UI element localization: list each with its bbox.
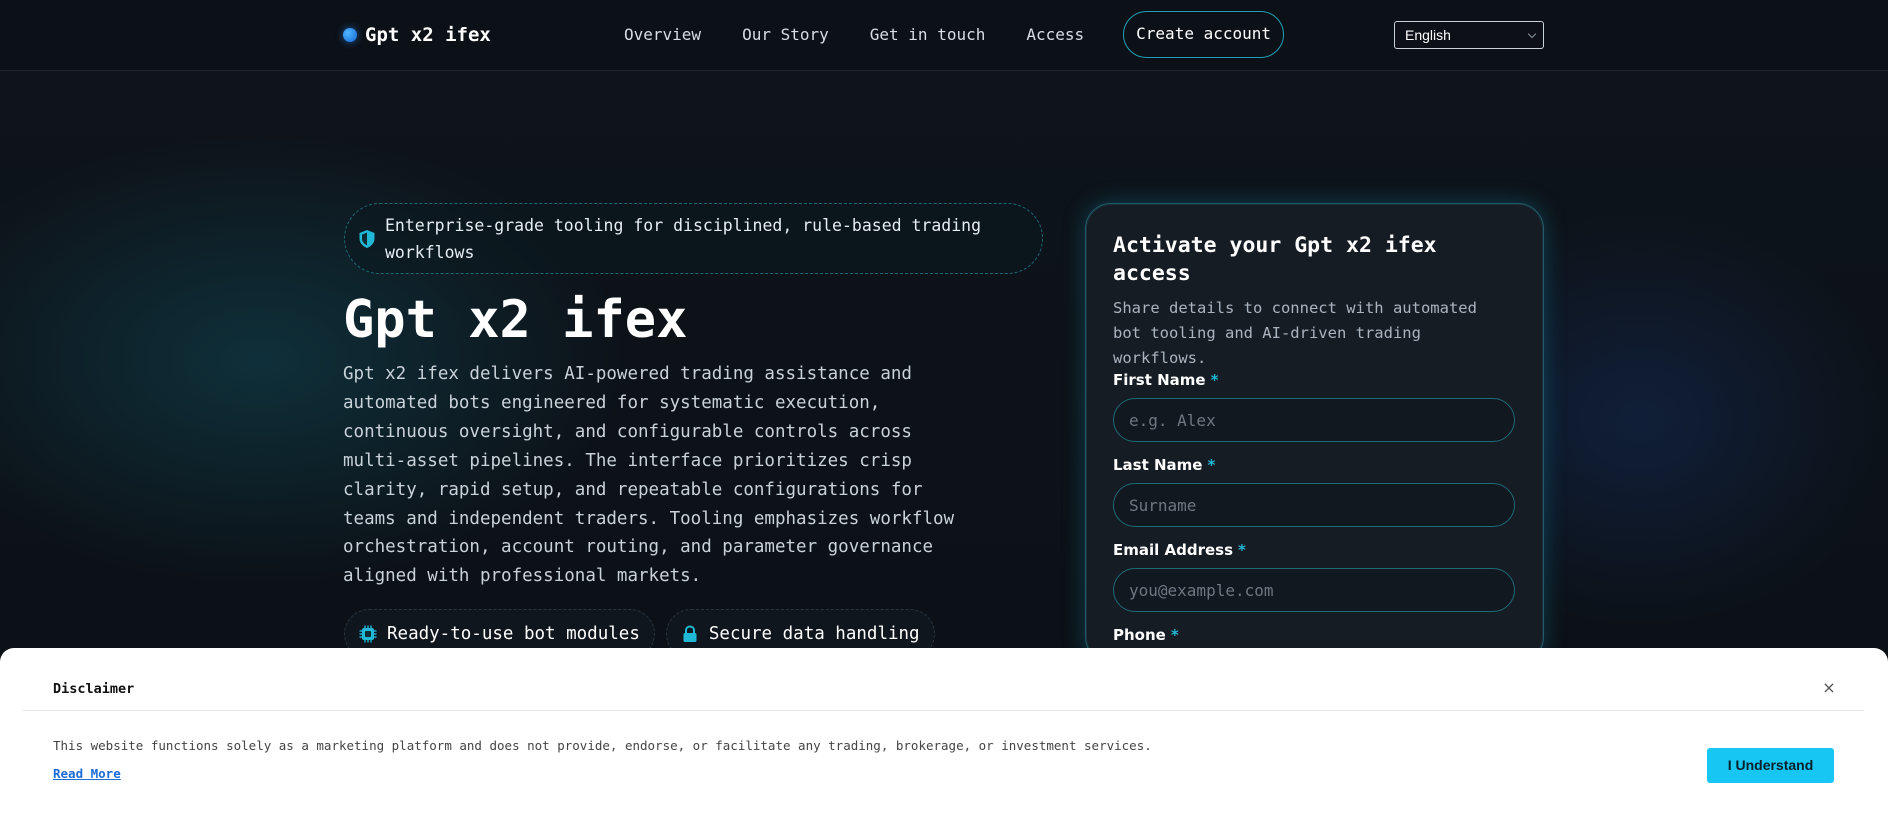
nav-access[interactable]: Access (1026, 25, 1084, 44)
lock-icon (683, 625, 697, 642)
hero-badge-text: Enterprise-grade tooling for disciplined… (385, 215, 982, 262)
disclaimer-title: Disclaimer (53, 681, 135, 697)
required-mark: * (1210, 371, 1219, 389)
required-mark: * (1238, 541, 1246, 559)
nav-overview[interactable]: Overview (624, 25, 701, 44)
main-nav: Overview Our Story Get in touch Access C… (624, 11, 1285, 58)
hero-badge: Enterprise-grade tooling for disciplined… (344, 203, 1043, 274)
i-understand-button[interactable]: I Understand (1707, 748, 1834, 783)
brand-dot-icon (343, 28, 357, 42)
disclaimer-banner: Disclaimer × This website functions sole… (0, 648, 1888, 818)
close-icon[interactable]: × (1819, 678, 1839, 698)
required-mark: * (1207, 456, 1216, 474)
feature-chip-label: Secure data handling (708, 624, 920, 644)
phone-label: Phone * (1113, 626, 1179, 644)
hero-title: Gpt x2 ifex (343, 290, 688, 350)
first-name-field[interactable]: e.g. Alex (1113, 398, 1515, 442)
nav-our-story[interactable]: Our Story (742, 25, 829, 44)
top-navbar: Gpt x2 ifex Overview Our Story Get in to… (0, 0, 1888, 71)
language-select[interactable]: English (1394, 21, 1544, 49)
feature-chip-label: Ready-to-use bot modules (387, 624, 640, 644)
chip-icon (359, 625, 377, 643)
brand-name: Gpt x2 ifex (365, 24, 491, 46)
create-account-button[interactable]: Create account (1123, 11, 1285, 58)
chevron-down-icon (1527, 29, 1537, 39)
brand-logo[interactable]: Gpt x2 ifex (343, 22, 491, 48)
disclaimer-text: This website functions solely as a marke… (53, 738, 1152, 753)
required-mark: * (1170, 626, 1179, 644)
form-subtitle: Share details to connect with automated … (1113, 299, 1477, 367)
shield-icon (359, 229, 375, 248)
form-title: Activate your Gpt x2 ifex access (1113, 233, 1437, 286)
email-field[interactable]: you@example.com (1113, 568, 1515, 612)
divider (22, 710, 1864, 711)
read-more-link[interactable]: Read More (53, 766, 121, 781)
email-label: Email Address * (1113, 541, 1246, 559)
signup-form-card: Activate your Gpt x2 ifex access Share d… (1085, 203, 1544, 663)
hero-description: Gpt x2 ifex delivers AI-powered trading … (343, 364, 955, 587)
last-name-label: Last Name * (1113, 456, 1216, 474)
first-name-label: First Name * (1113, 371, 1219, 389)
nav-get-in-touch[interactable]: Get in touch (870, 25, 986, 44)
last-name-field[interactable]: Surname (1113, 483, 1515, 527)
language-select-value: English (1405, 27, 1451, 43)
